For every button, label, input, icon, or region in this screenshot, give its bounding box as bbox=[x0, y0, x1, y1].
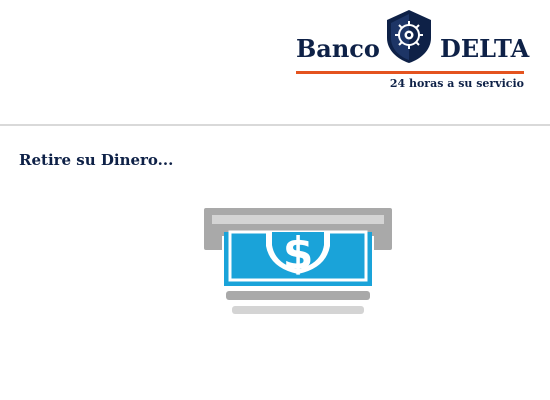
header: Banco DELTA 24 horas a su servicio bbox=[0, 0, 550, 126]
cash-withdrawal-icon: $ bbox=[204, 208, 392, 314]
tagline: 24 horas a su servicio bbox=[389, 77, 524, 90]
withdraw-prompt: Retire su Dinero... bbox=[19, 151, 174, 169]
logo-underline bbox=[296, 71, 524, 74]
vault-shield-icon bbox=[387, 10, 431, 63]
logo-word-delta: DELTA bbox=[440, 34, 530, 63]
logo-word-banco: Banco bbox=[296, 34, 380, 63]
dollar-sign: $ bbox=[283, 228, 314, 279]
bank-logo: Banco DELTA 24 horas a su servicio bbox=[296, 8, 529, 98]
